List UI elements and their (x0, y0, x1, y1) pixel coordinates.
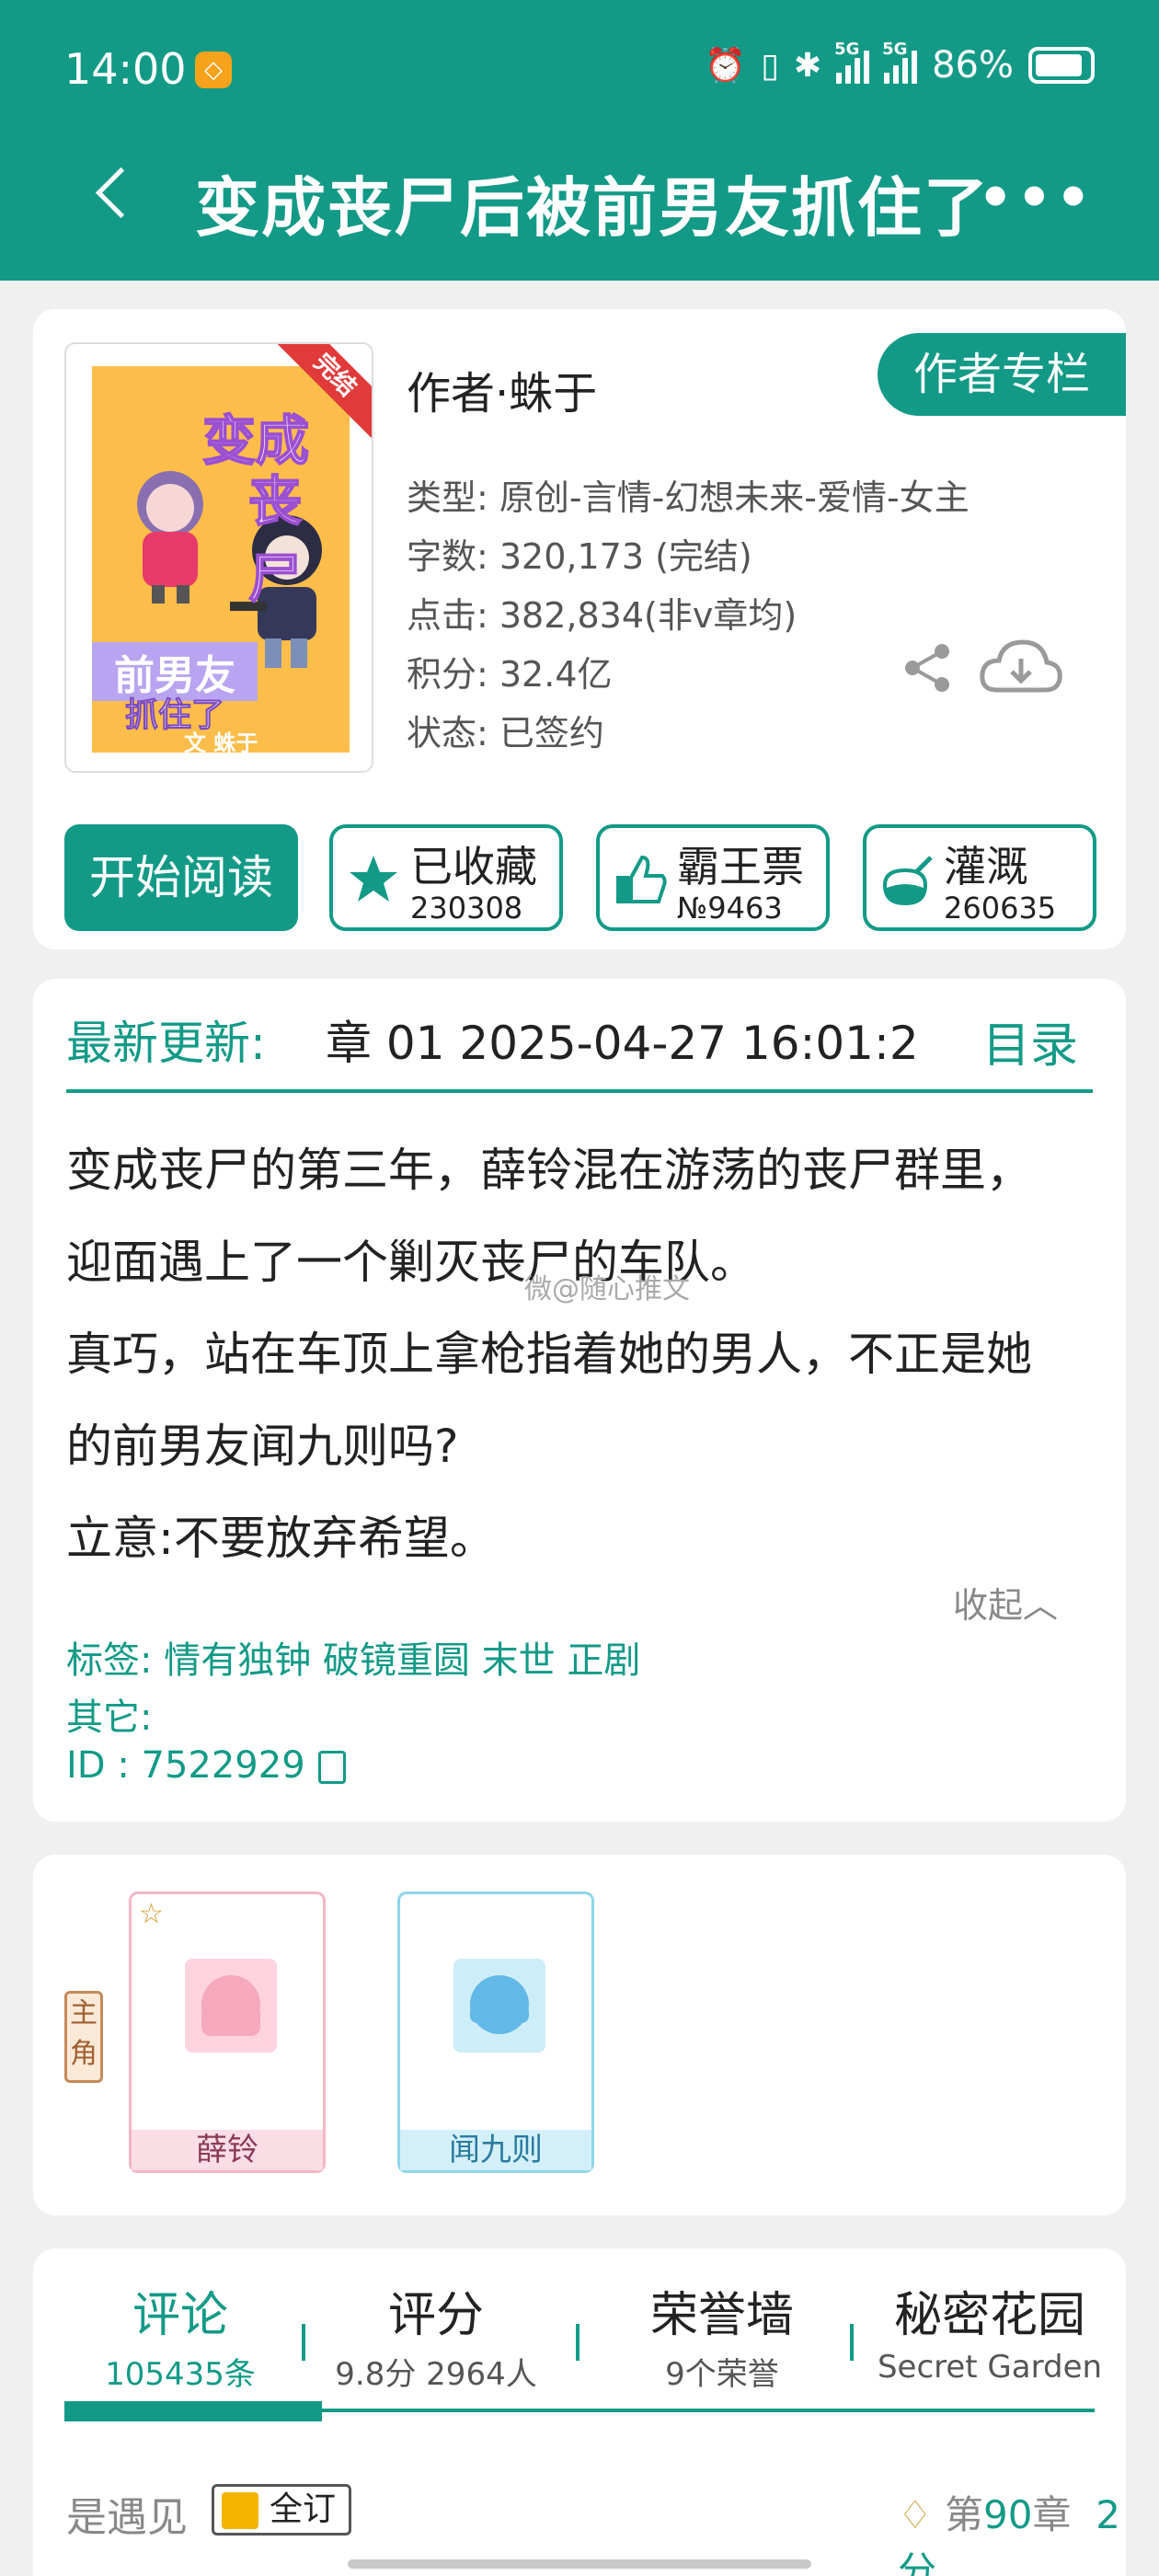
favorite-button[interactable]: 已收藏 230308 (329, 824, 563, 931)
battery-icon (1028, 47, 1095, 84)
sign-status: 状态: 已签约 (407, 713, 604, 753)
book-info-card: 变成 丧尸 前男友 抓住了 文 蛛于 完结 作者·蛛于 作者专栏 类型: 原创-… (33, 309, 1126, 949)
tab-honor-wall[interactable]: 荣誉墙 9个荣誉 (589, 2276, 855, 2394)
notification-icon: ◇ (195, 52, 232, 88)
author-name[interactable]: 作者·蛛于 (407, 357, 597, 421)
status-icons: ⏰ ▯ ✱ 5G 5G 86% (705, 40, 1095, 86)
synopsis-line: 真巧，站在车顶上拿枪指着她的男人，不正是她 (66, 1328, 1032, 1381)
home-indicator[interactable] (348, 2559, 811, 2569)
synopsis-line: 立意:不要放弃希望。 (66, 1512, 496, 1565)
overlord-ticket-button[interactable]: 霸王票 №9463 (596, 824, 830, 931)
characters-card: 主角 ☆ 薛铃 闻九则 (33, 1855, 1126, 2215)
book-cover[interactable]: 变成 丧尸 前男友 抓住了 文 蛛于 完结 (64, 342, 373, 773)
comment-chapter-info: ♢ 第90章 2分 (898, 2484, 1126, 2576)
signal-icon: 5G (882, 40, 918, 84)
synopsis-line: 变成丧尸的第三年，薛铃混在游荡的丧尸群里， (66, 1144, 1032, 1197)
share-icon[interactable] (900, 640, 955, 696)
synopsis-card: 最新更新: 章 01 2025-04-27 16:01:2 目录 变成丧尸的第三… (33, 979, 1126, 1822)
cover-title: 丧尸 (247, 469, 303, 611)
id-line: ID : 7522929 (66, 1744, 346, 1787)
flask-icon (882, 856, 933, 906)
start-reading-button[interactable]: 开始阅读 (64, 824, 298, 931)
table-of-contents-link[interactable]: 目录 (982, 1006, 1078, 1075)
comment-username[interactable]: 是遇见 (66, 2484, 188, 2543)
bookmark-icon (222, 2492, 258, 2529)
tags-line[interactable]: 标签: 情有独钟 破镜重圆 末世 正剧 (66, 1630, 640, 1684)
status-time: 14:00 (64, 44, 187, 94)
click-count: 点击: 382,834(非v章均) (407, 595, 798, 636)
cloud-download-icon[interactable] (977, 633, 1065, 699)
signal-icon: 5G (834, 40, 870, 84)
cover-girl-illustration (137, 471, 203, 604)
character-card[interactable]: ☆ 薛铃 (129, 1892, 326, 2173)
tab-comments[interactable]: 评论 105435条 (61, 2276, 300, 2394)
other-line: 其它: (66, 1696, 153, 1739)
points: 积分: 32.4亿 (407, 654, 613, 695)
alarm-icon: ⏰ (705, 47, 747, 85)
tabs-card: 评论 105435条 评分 9.8分 2964人 荣誉墙 9个荣誉 秘密花园 S… (33, 2248, 1126, 2576)
collapse-link[interactable]: 收起︿ (953, 1577, 1058, 1627)
divider (66, 1089, 1093, 1093)
tab-rating[interactable]: 评分 9.8分 2964人 (315, 2276, 557, 2394)
genre: 类型: 原创-言情-幻想未来-爱情-女主 (407, 477, 970, 518)
tab-secret-garden[interactable]: 秘密花园 Secret Garden (861, 2276, 1119, 2386)
vibrate-icon: ▯ (761, 46, 779, 85)
book-id: ID : 7522929 (66, 1744, 305, 1787)
latest-update-value[interactable]: 章 01 2025-04-27 16:01:2 (326, 1006, 970, 1073)
synopsis-line: 的前男友闻九则吗? (66, 1420, 459, 1473)
battery-percent: 86% (932, 44, 1014, 86)
cover-author: 文 蛛于 (184, 730, 258, 756)
role-badge: 主角 (64, 1991, 103, 2083)
tab-active-indicator (64, 2401, 322, 2421)
header: 14:00 ◇ ⏰ ▯ ✱ 5G 5G 86% 变成丧尸后被前男友抓住了 ••• (0, 0, 1159, 281)
star-icon (350, 856, 397, 902)
word-count: 字数: 320,173 (完结) (407, 536, 752, 577)
copy-icon[interactable] (317, 1751, 346, 1784)
page-title: 变成丧尸后被前男友抓住了 (195, 170, 990, 246)
thumbs-up-icon (616, 855, 667, 903)
bluetooth-icon: ✱ (793, 46, 822, 85)
avatar (453, 1959, 545, 2053)
avatar (185, 1959, 277, 2053)
action-row: 开始阅读 已收藏 230308 霸王票 №9463 灌溉 260635 (64, 824, 1096, 931)
watermark: 微@随心推文 (524, 1273, 690, 1305)
more-button[interactable]: ••• (978, 170, 1095, 225)
star-icon: ☆ (139, 1898, 164, 1930)
water-button[interactable]: 灌溉 260635 (863, 824, 1096, 931)
subscription-badge: 全订 (212, 2484, 352, 2536)
character-card[interactable]: 闻九则 (397, 1892, 594, 2173)
author-column-button[interactable]: 作者专栏 (878, 333, 1126, 416)
diamond-icon: ♢ (898, 2492, 933, 2537)
back-button[interactable] (81, 155, 145, 237)
character-name: 闻九则 (400, 2130, 591, 2170)
latest-update-label: 最新更新: (66, 1017, 266, 1070)
character-name: 薛铃 (132, 2130, 323, 2170)
